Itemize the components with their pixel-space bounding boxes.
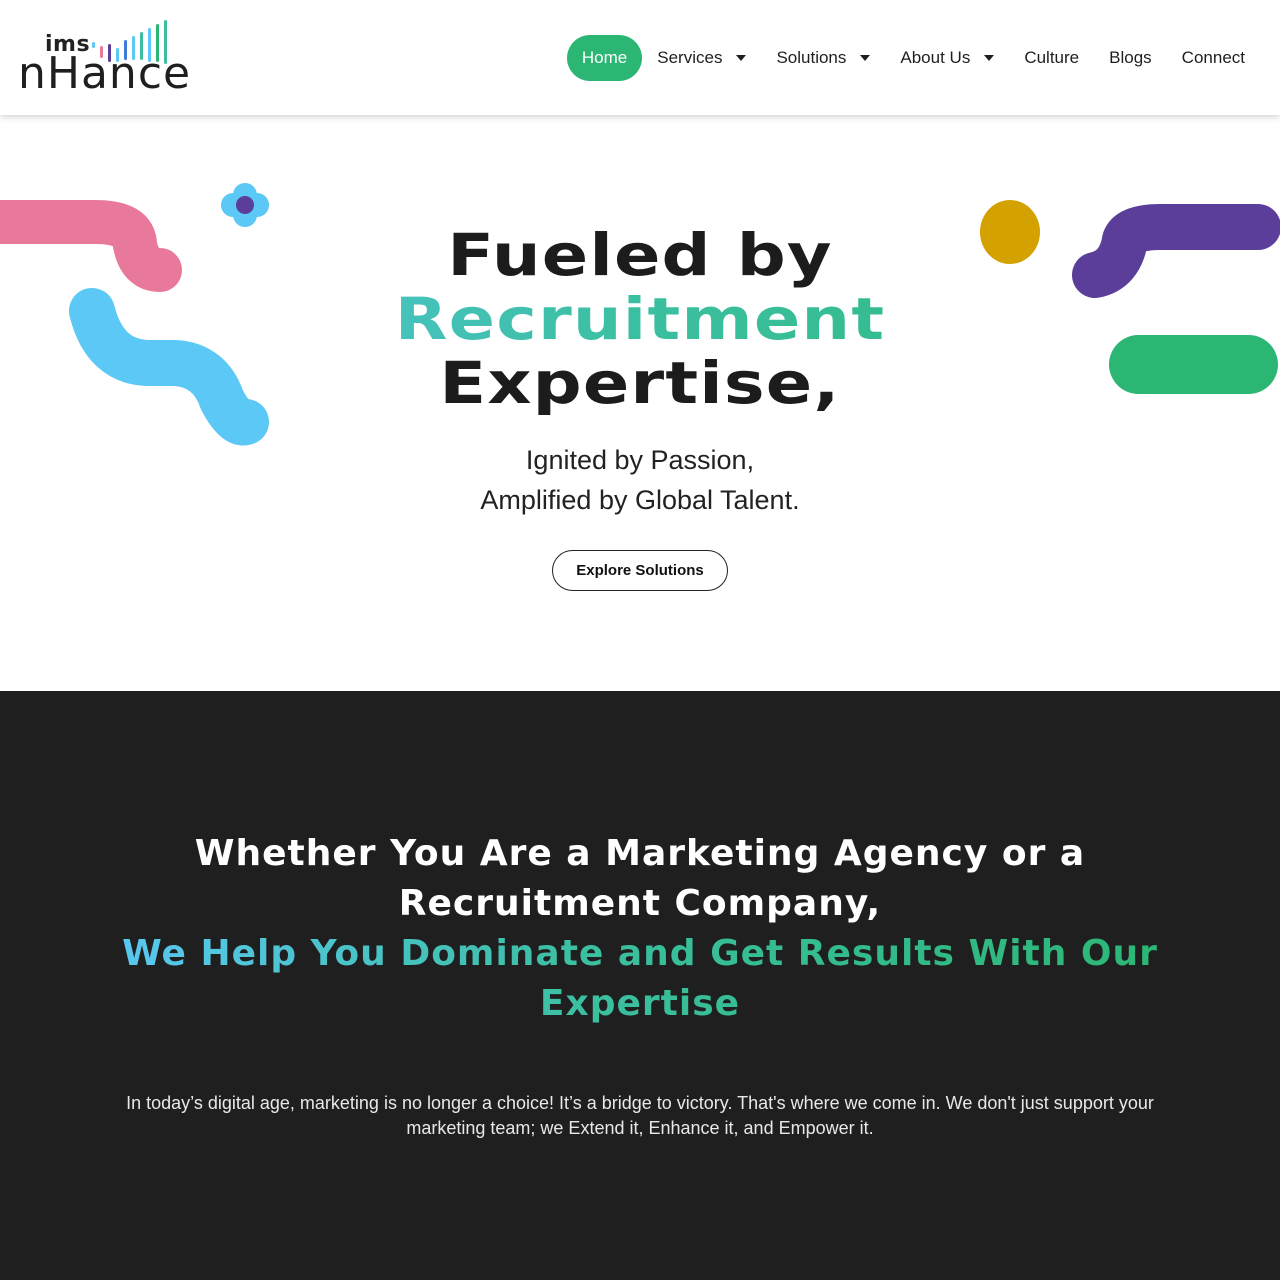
site-header: ims nHance Home Services Solutions About…: [0, 0, 1280, 115]
nav-connect-label: Connect: [1181, 47, 1245, 67]
logo-nhance-text: nHance: [18, 48, 192, 99]
hero-subtitle-line1: Ignited by Passion,: [525, 445, 755, 475]
nav-about-us-label: About Us: [900, 47, 971, 67]
nav-connect[interactable]: Connect: [1167, 35, 1260, 81]
nav-solutions[interactable]: Solutions: [761, 35, 885, 81]
nav-home-label: Home: [581, 47, 628, 67]
hero-section: Fueled by Recruitment Expertise, Ignited…: [0, 115, 1280, 691]
agency-section: Whether You Are a Marketing Agency or a …: [0, 691, 1280, 1280]
nav-services-label: Services: [657, 47, 723, 67]
nav-culture[interactable]: Culture: [1009, 35, 1094, 81]
nav-blogs-label: Blogs: [1109, 47, 1152, 67]
logo[interactable]: ims nHance: [18, 18, 190, 98]
caret-down-icon: [736, 54, 747, 61]
hero-subtitle-line2: Amplified by Global Talent.: [480, 485, 800, 515]
nav-about-us[interactable]: About Us: [885, 35, 1009, 81]
hero-title-line3: Expertise,: [439, 349, 841, 417]
hero-title-line2: Recruitment: [0, 287, 1280, 351]
nav-home[interactable]: Home: [566, 34, 643, 81]
explore-solutions-button[interactable]: Explore Solutions: [552, 550, 728, 591]
main-nav: Home Services Solutions About Us Culture…: [566, 34, 1260, 81]
section-body-text: In today’s digital age, marketing is no …: [126, 1093, 1154, 1138]
nav-culture-label: Culture: [1024, 47, 1080, 67]
hero-title-line1: Fueled by: [447, 221, 833, 289]
nav-solutions-label: Solutions: [776, 47, 847, 67]
caret-down-icon: [860, 54, 871, 61]
nav-blogs[interactable]: Blogs: [1094, 35, 1167, 81]
caret-down-icon: [984, 54, 995, 61]
section-heading-line1: Whether You Are a Marketing Agency or a …: [194, 833, 1086, 924]
blue-flower-shape: [221, 183, 269, 227]
nav-services[interactable]: Services: [642, 35, 761, 81]
section-heading-line2: We Help You Dominate and Get Results Wit…: [90, 929, 1190, 1029]
